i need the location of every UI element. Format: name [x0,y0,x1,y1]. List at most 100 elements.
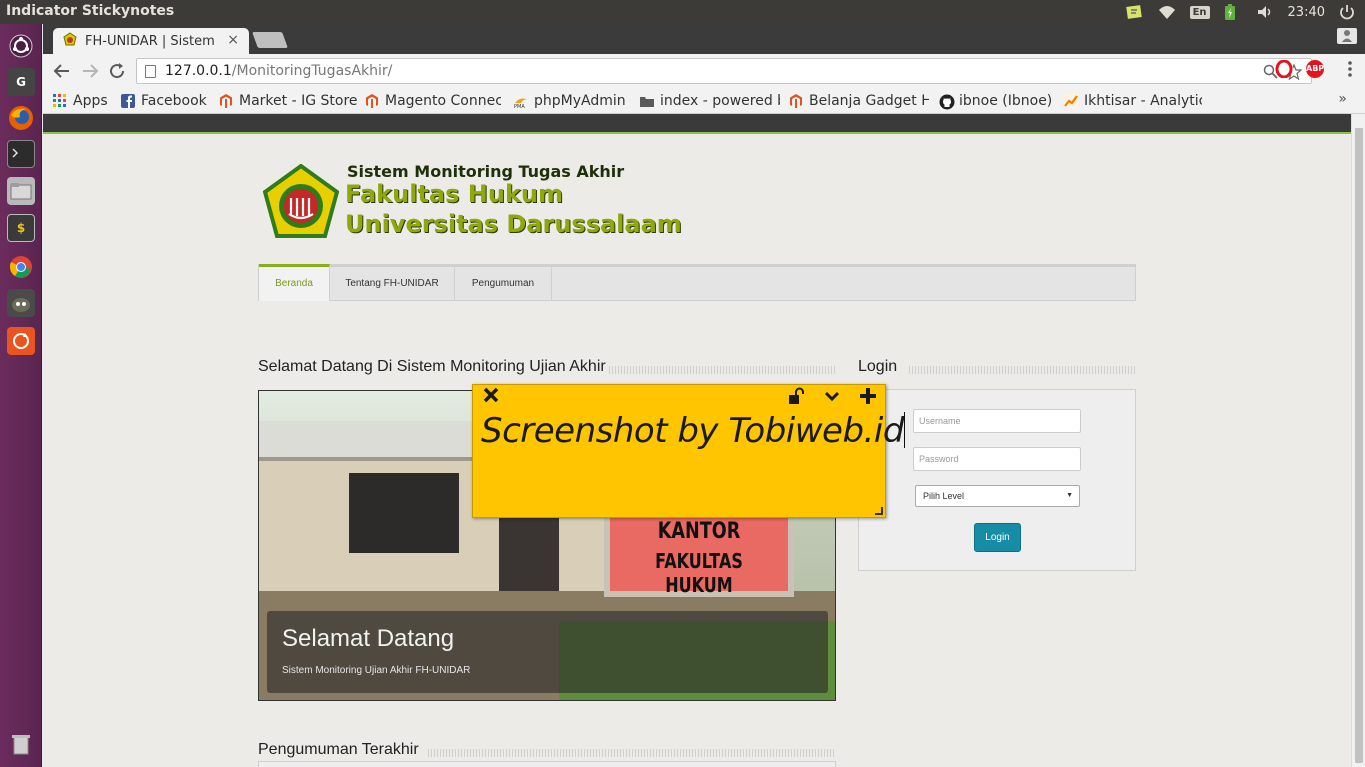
clock[interactable]: 23:40 [1288,5,1325,20]
forward-arrow-icon[interactable] [79,60,101,82]
trash-icon[interactable] [7,730,35,758]
nav-item-beranda[interactable]: Beranda [259,264,330,301]
os-top-panel: Indicator Stickynotes En 23:40 [0,0,1365,24]
add-note-icon[interactable] [859,387,877,410]
opera-extension-icon[interactable] [1275,59,1293,79]
resize-handle[interactable] [875,507,883,515]
login-button[interactable]: Login [974,523,1021,552]
analytics-icon [1064,94,1078,108]
logo-line-3: Universitas Darussalaam [345,210,682,238]
indicator-area: En 23:40 [1125,0,1357,24]
bookmark-github-ibnoe[interactable]: ibnoe (Ibnoe) [939,91,1057,111]
bookmark-label: ibnoe (Ibnoe) [959,93,1053,109]
page-info-icon[interactable] [145,65,156,78]
sign-line-2: FAKULTAS HUKUM [655,549,743,597]
faculty-emblem-icon [263,164,339,238]
facebook-icon [121,94,135,108]
battery-icon[interactable] [1224,4,1242,20]
page-scrollbar[interactable] [1351,114,1365,767]
bookmark-label: Facebook [141,93,207,109]
bookmark-label: Market - IG Store [239,93,358,109]
wifi-icon[interactable] [1158,4,1176,20]
bookmarks-bar: Apps Facebook Market - IG Store Magento … [43,88,1365,114]
url-host: 127.0.0.1 [165,63,232,79]
nav-item-pengumuman[interactable]: Pengumuman [455,267,552,301]
tab-close-icon[interactable]: × [227,32,239,48]
logo-line-2: Fakultas Hukum [345,180,563,208]
scrollbar-thumb[interactable] [1355,128,1363,763]
login-heading: Login [858,358,898,375]
bookmark-label: phpMyAdmin [534,93,626,109]
close-icon[interactable] [483,387,499,408]
magento-icon [365,94,379,109]
budget-icon[interactable]: $ [7,214,35,242]
heading-divider [428,749,836,757]
password-field[interactable]: Password [913,447,1081,471]
logo-line-1: Sistem Monitoring Tugas Akhir [347,162,625,181]
site-top-bar [43,114,1351,134]
bookmark-market-ig-store[interactable]: Market - IG Store [219,91,359,111]
bookmark-phpmyadmin[interactable]: PMA phpMyAdmin [514,91,636,111]
level-select[interactable]: Pilih Level ▼ [915,485,1080,507]
github-icon [939,94,955,110]
new-tab-button[interactable] [252,32,288,48]
url-path: /MonitoringTugasAkhir/ [231,63,393,79]
unity-launcher: G $ [0,24,42,767]
site-logo[interactable]: Sistem Monitoring Tugas Akhir Fakultas H… [259,160,682,250]
volume-icon[interactable] [1256,4,1274,20]
bookmark-apps[interactable]: Apps [53,91,115,111]
bookmark-index-powered[interactable]: index - powered b [640,91,780,111]
stickynotes-indicator-icon[interactable] [1125,4,1144,20]
select-arrow-icon: ▼ [1066,492,1073,499]
profile-icon[interactable] [1337,28,1357,44]
folder-icon [640,94,654,108]
bookmark-label: index - powered b [660,93,780,109]
bookmark-facebook[interactable]: Facebook [121,91,213,111]
chevron-down-icon[interactable] [823,387,841,410]
hero-photo-sign: KANTOR FAKULTAS HUKUM [604,509,794,597]
heading-divider [609,366,836,374]
hero-caption-subtitle: Sistem Monitoring Ujian Akhir FH-UNIDAR [282,665,471,676]
tab-title: FH-UNIDAR | Sistem [85,33,215,49]
reload-icon[interactable] [106,60,128,82]
bookmark-ikhtisar-analytics[interactable]: Ikhtisar - Analytic [1064,91,1202,111]
active-app-title: Indicator Stickynotes [6,3,175,19]
firefox-icon[interactable] [7,104,35,132]
browser-toolbar: 127.0.0.1/MonitoringTugasAkhir/ ABP [43,54,1365,88]
tab-active[interactable]: FH-UNIDAR | Sistem × [53,28,249,54]
files-icon[interactable] [7,177,35,205]
sticky-note[interactable]: Screenshot by Tobiweb.id [472,384,905,518]
address-bar[interactable]: 127.0.0.1/MonitoringTugasAkhir/ [136,58,1312,84]
sticky-note-content: Screenshot by Tobiweb.id [481,411,904,451]
unlock-icon[interactable] [787,387,805,410]
welcome-heading: Selamat Datang Di Sistem Monitoring Ujia… [258,358,606,375]
ubuntu-dash-icon[interactable] [7,32,35,60]
nav-item-tentang[interactable]: Tentang FH-UNIDAR [330,267,455,301]
hero-caption-title: Selamat Datang [282,625,455,652]
site-favicon-icon [63,32,77,50]
tab-strip: FH-UNIDAR | Sistem × [43,24,1365,54]
magento-icon [219,94,233,109]
bookmark-magento-connect[interactable]: Magento Connec [365,91,501,111]
gnome-icon[interactable]: G [7,68,35,96]
heading-divider [909,366,1136,374]
gimp-icon[interactable] [7,289,35,317]
chrome-icon[interactable] [7,253,35,281]
sticky-note-text[interactable]: Screenshot by Tobiweb.id [481,411,905,451]
adblock-plus-icon[interactable]: ABP [1306,60,1324,78]
phpmyadmin-icon: PMA [514,94,528,110]
terminal-icon[interactable] [7,140,35,168]
bookmark-label: Apps [73,93,108,109]
back-arrow-icon[interactable] [51,60,73,82]
bookmark-label: Magento Connec [385,93,501,109]
chrome-menu-icon[interactable] [1339,60,1361,82]
bookmarks-overflow-chevron[interactable]: » [1338,91,1347,107]
username-field[interactable]: Username [913,409,1081,433]
bookmark-belanja-gadget[interactable]: Belanja Gadget H [789,91,929,111]
text-cursor [903,412,905,448]
announcements-panel [258,761,836,767]
power-icon[interactable] [1339,4,1357,20]
software-updater-icon[interactable] [7,327,35,355]
level-select-value: Pilih Level [923,491,965,501]
keyboard-layout-indicator[interactable]: En [1189,5,1210,19]
